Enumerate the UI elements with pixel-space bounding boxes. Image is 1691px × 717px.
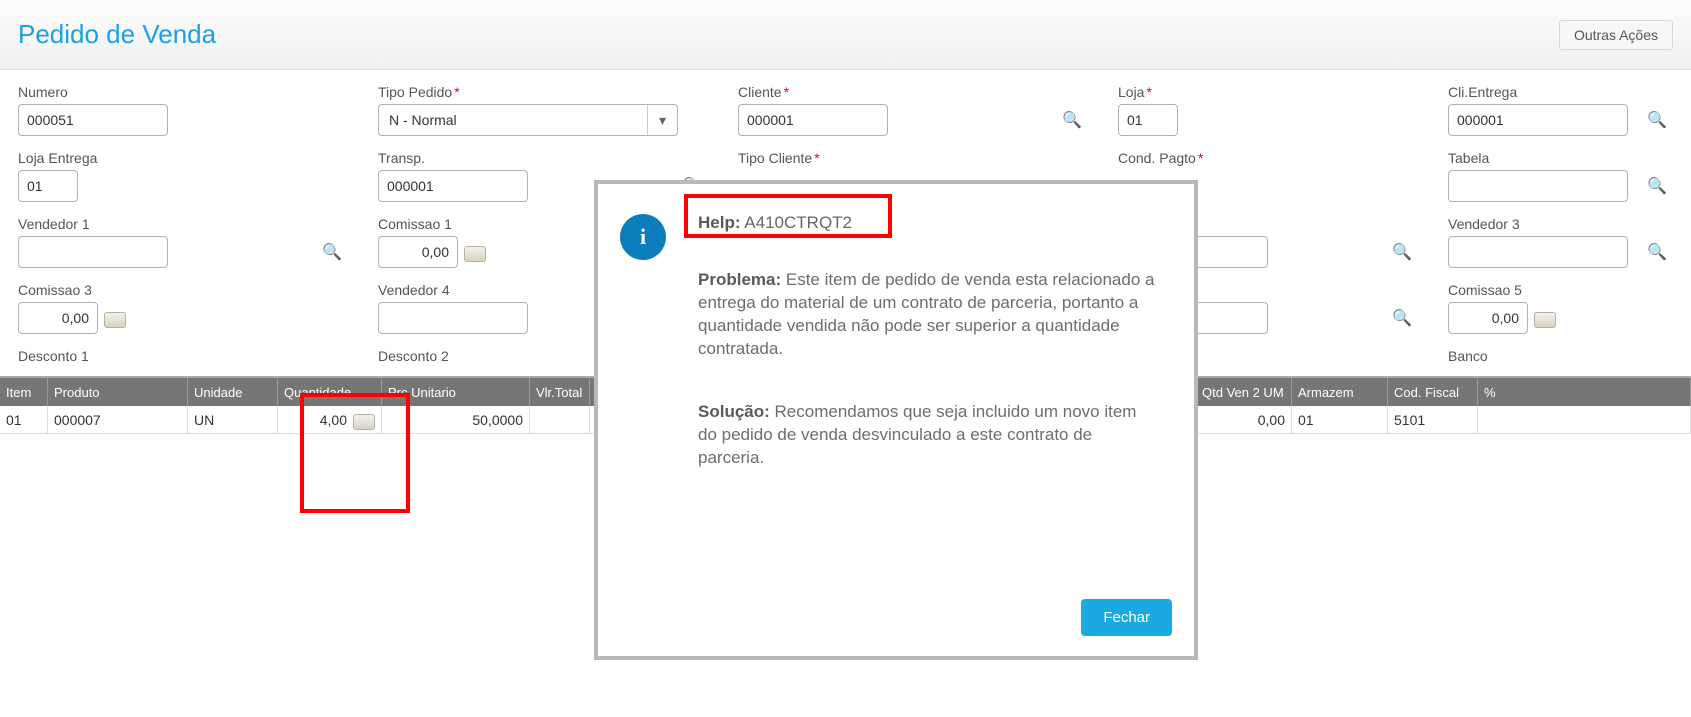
cell-produto: 000007 (48, 406, 188, 433)
cell-cod-fiscal: 5101 (1388, 406, 1478, 433)
money-icon (1534, 312, 1556, 328)
col-produto: Produto (48, 378, 188, 406)
chevron-down-icon: ▾ (647, 105, 677, 135)
label-desconto1: Desconto 1 (18, 348, 348, 364)
money-icon (353, 414, 375, 430)
label-cliente: Cliente (738, 84, 782, 100)
money-icon (464, 246, 486, 262)
col-prc-unitario: Prc Unitario (382, 378, 530, 406)
label-tabela: Tabela (1448, 150, 1673, 166)
cell-prc-unit: 50,0000 (382, 406, 530, 433)
comissao1-input[interactable] (378, 236, 458, 268)
tipo-pedido-select[interactable]: N - Normal ▾ (378, 104, 678, 136)
close-button[interactable]: Fechar (1081, 599, 1172, 636)
help-code: A410CTRQT2 (744, 213, 852, 232)
search-icon: 🔍 (1647, 176, 1667, 196)
numero-input[interactable] (18, 104, 168, 136)
tipo-pedido-value: N - Normal (389, 112, 457, 128)
page-title: Pedido de Venda (18, 19, 1559, 50)
tabela-input[interactable] (1448, 170, 1628, 202)
label-tipo-cliente: Tipo Cliente (738, 150, 812, 166)
search-icon: 🔍 (1647, 242, 1667, 262)
help-label: Help: (698, 213, 741, 232)
col-qtd-ven2: Qtd Ven 2 UM (1196, 378, 1292, 406)
vendedor1-input[interactable] (18, 236, 168, 268)
label-transp: Transp. (378, 150, 708, 166)
search-icon: 🔍 (322, 242, 342, 262)
cell-quantidade[interactable]: 4,00 (278, 406, 382, 433)
col-cod-fiscal: Cod. Fiscal (1388, 378, 1478, 406)
label-banco: Banco (1448, 348, 1673, 364)
quantidade-value: 4,00 (320, 412, 347, 428)
money-icon (104, 312, 126, 328)
transp-input[interactable] (378, 170, 528, 202)
label-cond-pagto: Cond. Pagto (1118, 150, 1196, 166)
label-tipo-pedido: Tipo Pedido (378, 84, 452, 100)
col-item: Item (0, 378, 48, 406)
other-actions-button[interactable]: Outras Ações (1559, 20, 1673, 50)
loja-entrega-input[interactable] (18, 170, 78, 202)
info-icon: i (620, 214, 666, 260)
search-icon: 🔍 (1392, 242, 1412, 262)
label-comissao3: Comissao 3 (18, 282, 348, 298)
label-vendedor1: Vendedor 1 (18, 216, 348, 232)
solucao-label: Solução: (698, 402, 770, 421)
label-comissao5: Comissao 5 (1448, 282, 1673, 298)
cell-qtd-ven2: 0,00 (1196, 406, 1292, 433)
cli-entrega-input[interactable] (1448, 104, 1628, 136)
col-pct: % (1478, 378, 1691, 406)
label-loja-entrega: Loja Entrega (18, 150, 348, 166)
label-vendedor3: Vendedor 3 (1448, 216, 1673, 232)
cell-pct (1478, 406, 1691, 433)
col-unidade: Unidade (188, 378, 278, 406)
cell-item: 01 (0, 406, 48, 433)
cell-vlr-total (530, 406, 590, 433)
cell-unidade: UN (188, 406, 278, 433)
cell-armazem: 01 (1292, 406, 1388, 433)
comissao5-input[interactable] (1448, 302, 1528, 334)
label-cli-entrega: Cli.Entrega (1448, 84, 1673, 100)
search-icon: 🔍 (1647, 110, 1667, 130)
cliente-input[interactable] (738, 104, 888, 136)
search-icon: 🔍 (1062, 110, 1082, 130)
problema-label: Problema: (698, 270, 781, 289)
loja-input[interactable] (1118, 104, 1178, 136)
help-dialog: i Help: A410CTRQT2 Problema: Este item d… (594, 180, 1198, 660)
search-icon: 🔍 (1392, 308, 1412, 328)
label-numero: Numero (18, 84, 348, 100)
comissao3-input[interactable] (18, 302, 98, 334)
label-loja: Loja (1118, 84, 1144, 100)
col-quantidade: Quantidade (278, 378, 382, 406)
vendedor4-input[interactable] (378, 302, 528, 334)
col-vlr-total: Vlr.Total (530, 378, 590, 406)
col-armazem: Armazem (1292, 378, 1388, 406)
vendedor3-input[interactable] (1448, 236, 1628, 268)
